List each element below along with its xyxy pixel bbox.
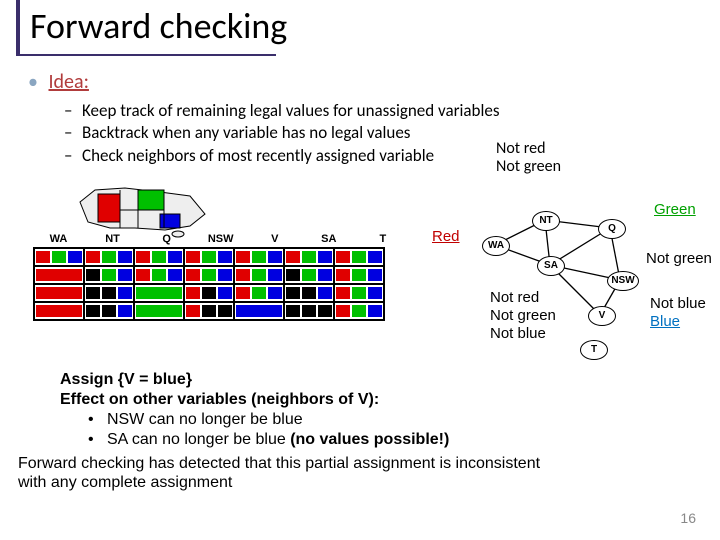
idea-heading: • Idea: bbox=[28, 70, 89, 94]
label-red: Red bbox=[432, 228, 460, 245]
idea-label: Idea: bbox=[49, 70, 89, 94]
assign-e2a: SA can no longer be blue bbox=[107, 431, 290, 448]
table-row bbox=[35, 267, 383, 285]
graph-node-wa: WA bbox=[482, 236, 510, 256]
graph-node-sa: SA bbox=[537, 256, 565, 276]
constraint-graph: NT Q WA SA NSW V T bbox=[470, 210, 670, 375]
domain-table-headers: WA NT Q NSW V SA T bbox=[33, 233, 408, 245]
slide-title: Forward checking bbox=[30, 4, 287, 48]
bullet-1: Keep track of remaining legal values for… bbox=[82, 100, 500, 121]
annotation-nt: Not red Not green bbox=[496, 140, 561, 177]
bullet-3: Check neighbors of most recently assigne… bbox=[82, 145, 434, 166]
table-row bbox=[35, 303, 383, 319]
col-wa: WA bbox=[33, 233, 84, 245]
table-row bbox=[35, 285, 383, 303]
assign-e2b: (no values possible!) bbox=[290, 431, 449, 448]
title-underline bbox=[16, 54, 276, 56]
col-sa: SA bbox=[303, 233, 354, 245]
conclusion-text: Forward checking has detected that this … bbox=[18, 454, 540, 492]
graph-node-t: T bbox=[580, 340, 608, 360]
annotation-nt-l2: Not green bbox=[496, 158, 561, 176]
annotation-nt-l1: Not red bbox=[496, 140, 561, 158]
assign-header: Assign {V = blue} bbox=[60, 371, 192, 388]
conclusion-l1: Forward checking has detected that this … bbox=[18, 454, 540, 473]
col-q: Q bbox=[141, 233, 192, 245]
graph-node-q: Q bbox=[598, 219, 626, 239]
bullet-dot-icon: • bbox=[28, 70, 38, 94]
assign-effect: Effect on other variables (neighbors of … bbox=[60, 391, 379, 408]
table-row bbox=[35, 249, 383, 267]
graph-node-nt: NT bbox=[532, 211, 560, 231]
idea-bullets: –Keep track of remaining legal values fo… bbox=[64, 100, 500, 167]
conclusion-l2: with any complete assignment bbox=[18, 473, 540, 492]
domain-table: WA NT Q NSW V SA T bbox=[33, 233, 408, 322]
graph-node-v: V bbox=[588, 306, 616, 326]
graph-node-nsw: NSW bbox=[607, 271, 639, 291]
col-v: V bbox=[249, 233, 300, 245]
col-nsw: NSW bbox=[195, 233, 246, 245]
assign-e1: NSW can no longer be blue bbox=[107, 411, 303, 428]
col-t: T bbox=[357, 233, 408, 245]
bullet-2: Backtrack when any variable has no legal… bbox=[82, 122, 410, 143]
page-number: 16 bbox=[680, 510, 696, 526]
col-nt: NT bbox=[87, 233, 138, 245]
title-accent-bar bbox=[16, 0, 20, 54]
assignment-block: Assign {V = blue} Effect on other variab… bbox=[60, 370, 449, 450]
australia-map-icon bbox=[70, 182, 220, 238]
